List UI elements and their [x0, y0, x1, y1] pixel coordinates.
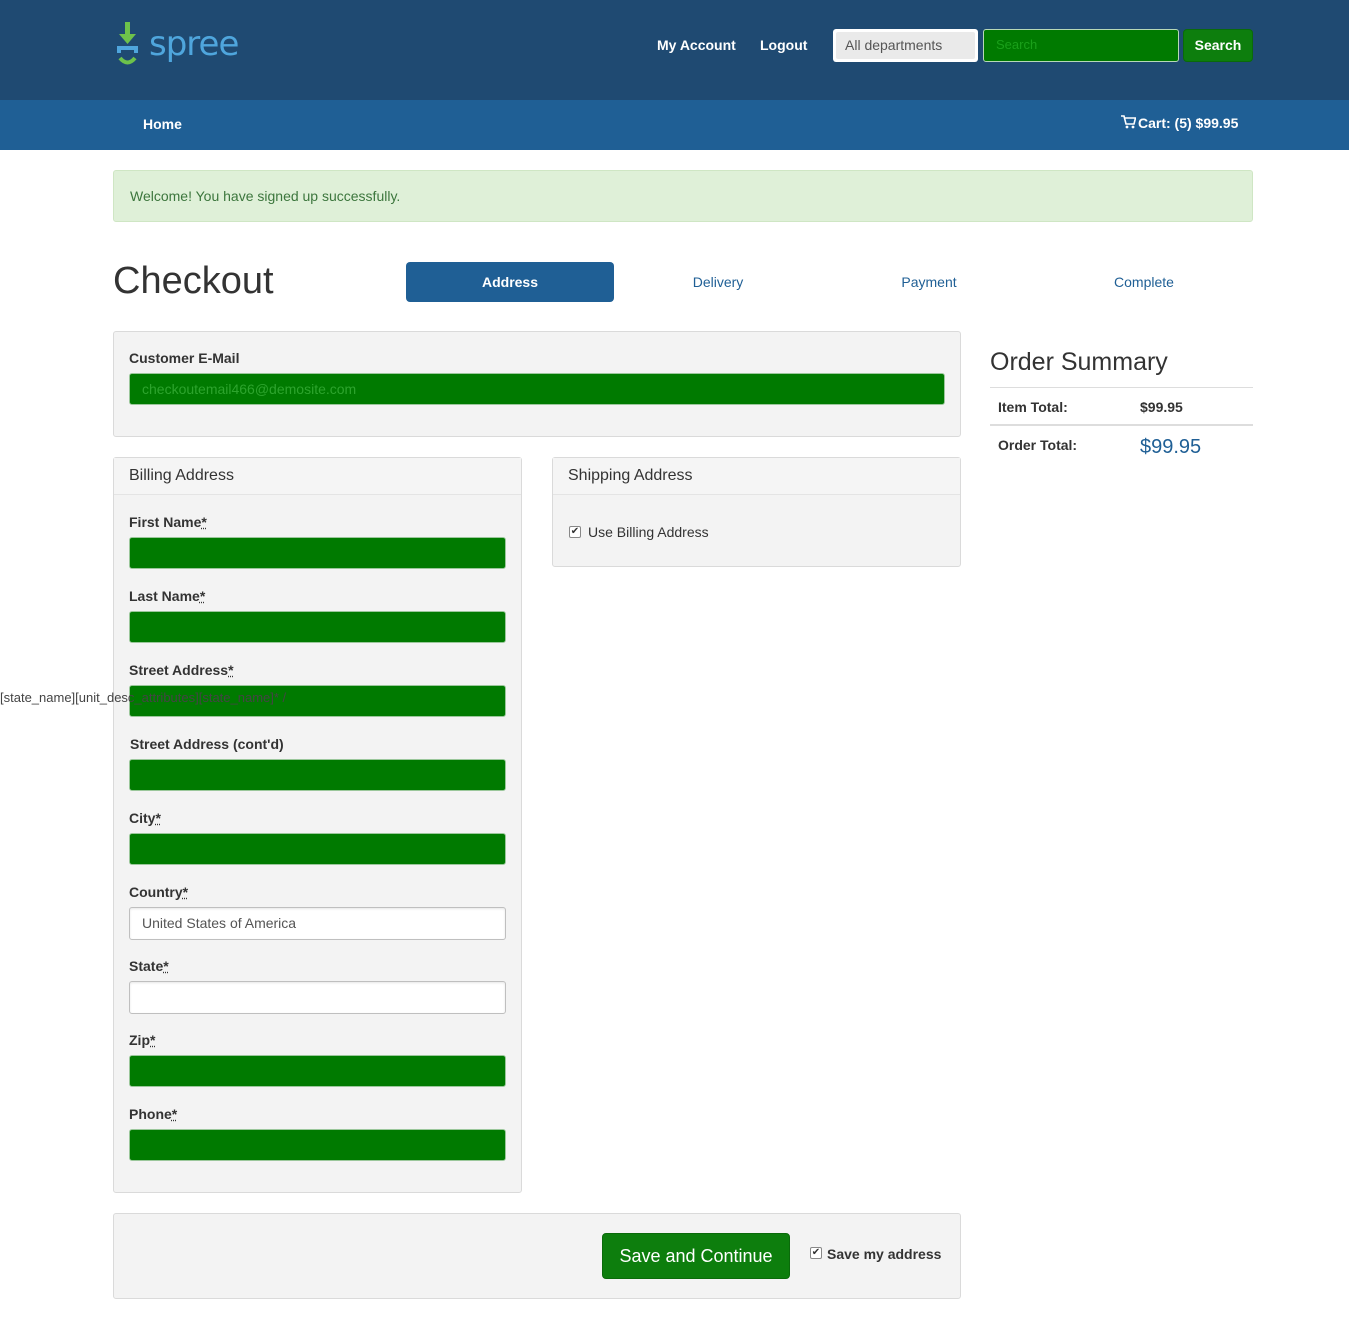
department-select-value: All departments	[836, 32, 975, 59]
order-summary-title: Order Summary	[990, 348, 1168, 376]
success-alert: Welcome! You have signed up successfully…	[113, 170, 1253, 222]
last-name-field[interactable]	[129, 611, 506, 643]
last-name-label: Last Name*	[129, 588, 206, 604]
use-billing-checkbox[interactable]: ✔	[569, 526, 581, 538]
order-total-value: $99.95	[1140, 436, 1202, 458]
shipping-heading: Shipping Address	[553, 458, 960, 495]
logo-text: spree	[149, 24, 239, 64]
spree-logo[interactable]: spree	[113, 22, 239, 70]
cart-link[interactable]: Cart: (5) $99.95	[1121, 115, 1238, 131]
summary-divider	[990, 387, 1253, 388]
phone-field[interactable]	[129, 1129, 506, 1161]
state-field[interactable]	[129, 981, 506, 1014]
zip-field[interactable]	[129, 1055, 506, 1087]
street-address-2-field[interactable]	[129, 759, 506, 791]
save-address-checkbox[interactable]: ✔	[810, 1247, 822, 1259]
billing-address-panel: Billing Address First Name* Last Name* S…	[113, 457, 522, 1193]
billing-heading: Billing Address	[114, 458, 521, 495]
item-total-value: $99.95	[1140, 399, 1183, 415]
item-total-label: Item Total:	[998, 399, 1068, 415]
country-label: Country*	[129, 884, 189, 900]
department-select[interactable]: All departments	[833, 29, 978, 62]
first-name-field[interactable]	[129, 537, 506, 569]
overlapping-template-text: [state_name][unit_desc_attributes][state…	[0, 690, 287, 705]
email-field[interactable]: checkoutemail466@demosite.com	[129, 373, 945, 405]
shipping-address-panel: Shipping Address ✔ Use Billing Address	[552, 457, 961, 567]
page-title: Checkout	[113, 260, 274, 302]
customer-email-panel: Customer E-Mail checkoutemail466@demosit…	[113, 331, 961, 437]
phone-label: Phone*	[129, 1106, 178, 1122]
logout-link[interactable]: Logout	[760, 37, 807, 53]
top-header: spree My Account Logout All departments …	[0, 0, 1349, 100]
step-payment[interactable]: Payment	[825, 262, 1033, 302]
search-button[interactable]: Search	[1183, 29, 1253, 62]
street-address-2-label: Street Address (cont'd)	[130, 736, 284, 752]
save-and-continue-button[interactable]: Save and Continue	[602, 1233, 790, 1279]
city-field[interactable]	[129, 833, 506, 865]
summary-divider-total	[990, 424, 1253, 426]
spree-logo-icon	[117, 22, 138, 65]
street-address-label: Street Address*	[129, 662, 234, 678]
cart-label: Cart: (5) $99.95	[1138, 115, 1239, 131]
country-select[interactable]: United States of America	[129, 907, 506, 940]
cart-icon	[1121, 115, 1137, 129]
city-label: City*	[129, 810, 161, 826]
main-navbar: Home Cart: (5) $99.95	[0, 100, 1349, 150]
zip-label: Zip*	[129, 1032, 156, 1048]
step-delivery[interactable]: Delivery	[614, 262, 822, 302]
first-name-label: First Name*	[129, 514, 207, 530]
save-address-label: Save my address	[827, 1246, 942, 1262]
use-billing-label: Use Billing Address	[588, 524, 709, 540]
search-input[interactable]: Search	[983, 29, 1179, 62]
order-total-label: Order Total:	[998, 437, 1078, 453]
step-complete[interactable]: Complete	[1040, 262, 1248, 302]
my-account-link[interactable]: My Account	[657, 37, 736, 53]
email-label: Customer E-Mail	[129, 350, 240, 366]
step-address[interactable]: Address	[406, 262, 614, 302]
nav-home-link[interactable]: Home	[143, 116, 182, 132]
state-label: State*	[129, 958, 169, 974]
